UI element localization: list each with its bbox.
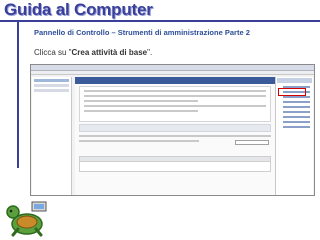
action-item <box>283 111 310 113</box>
instruction-suffix: ". <box>147 48 153 57</box>
tree-item <box>34 89 69 92</box>
center-header <box>75 77 275 84</box>
action-item <box>283 126 310 128</box>
tree-item <box>34 84 69 87</box>
text-line <box>84 105 266 107</box>
title-underline <box>0 20 320 22</box>
action-item <box>283 121 310 123</box>
highlight-box <box>278 88 306 96</box>
section-subtitle: Pannello di Controllo – Strumenti di amm… <box>34 28 250 37</box>
task-scheduler-screenshot <box>30 64 315 196</box>
text-line <box>84 110 198 112</box>
actions-pane <box>275 77 313 195</box>
action-item <box>283 101 310 103</box>
actions-header <box>277 78 312 83</box>
table-header <box>80 157 270 162</box>
action-item <box>283 106 310 108</box>
navigation-tree-pane <box>32 77 72 195</box>
text-line <box>84 100 198 102</box>
instruction-prefix: Clicca su " <box>34 48 72 57</box>
task-status-table <box>79 156 271 172</box>
text-line <box>79 135 271 137</box>
left-accent-bar <box>17 20 19 168</box>
window-menubar <box>31 71 314 75</box>
filter-dropdown <box>235 140 269 145</box>
turtle-logo-icon <box>6 201 47 237</box>
status-section <box>79 124 271 132</box>
instruction-highlight: Crea attività di base <box>71 48 148 57</box>
overview-box <box>79 86 271 122</box>
action-item <box>283 96 310 98</box>
text-line <box>84 90 266 92</box>
page-title: Guida al Computer <box>4 0 153 19</box>
action-item <box>283 116 310 118</box>
text-line <box>84 95 266 97</box>
center-pane <box>75 77 275 195</box>
text-line <box>79 140 199 142</box>
instruction-text: Clicca su "Crea attività di base". <box>34 48 152 57</box>
tree-item <box>34 79 69 82</box>
